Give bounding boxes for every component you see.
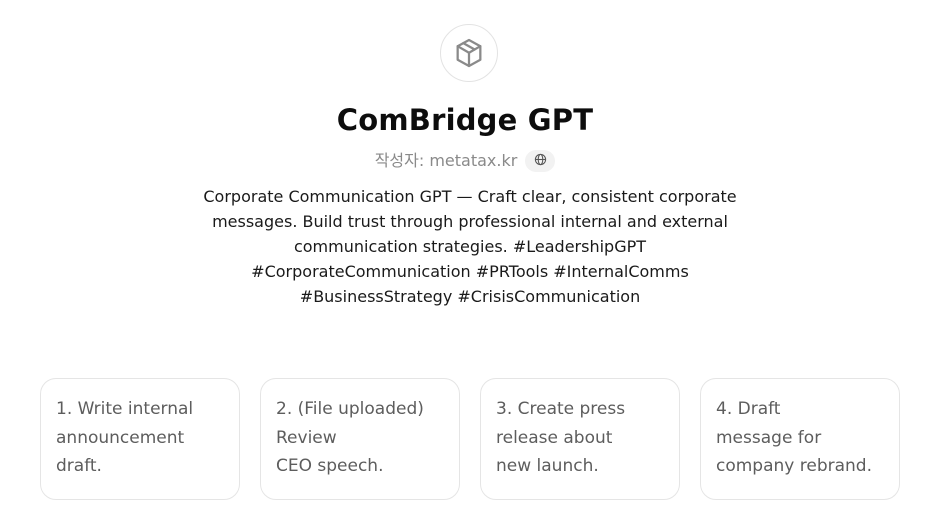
gpt-description: Corporate Communication GPT — Craft clea… xyxy=(203,187,737,306)
gpt-intro-page: ComBridge GPT 작성자: metatax.kr Corporate … xyxy=(0,0,930,532)
starter-card-1[interactable]: 1. Write internal announcement draft. xyxy=(40,378,240,500)
author-website-button[interactable] xyxy=(525,148,556,174)
conversation-starters: 1. Write internal announcement draft. 2.… xyxy=(40,378,900,500)
gpt-avatar xyxy=(440,24,498,82)
gpt-title: ComBridge GPT xyxy=(336,103,594,137)
author-row: 작성자: metatax.kr xyxy=(0,148,930,174)
author-name: metatax.kr xyxy=(429,151,518,170)
starter-card-2[interactable]: 2. (File uploaded) Review CEO speech. xyxy=(260,378,460,500)
starter-card-3[interactable]: 3. Create press release about new launch… xyxy=(480,378,680,500)
author-prefix: 작성자: xyxy=(374,151,430,170)
globe-icon xyxy=(534,148,547,174)
starter-card-4[interactable]: 4. Draft message for company rebrand. xyxy=(700,378,900,500)
cube-icon xyxy=(452,36,486,70)
author-label: 작성자: metatax.kr xyxy=(375,148,518,174)
